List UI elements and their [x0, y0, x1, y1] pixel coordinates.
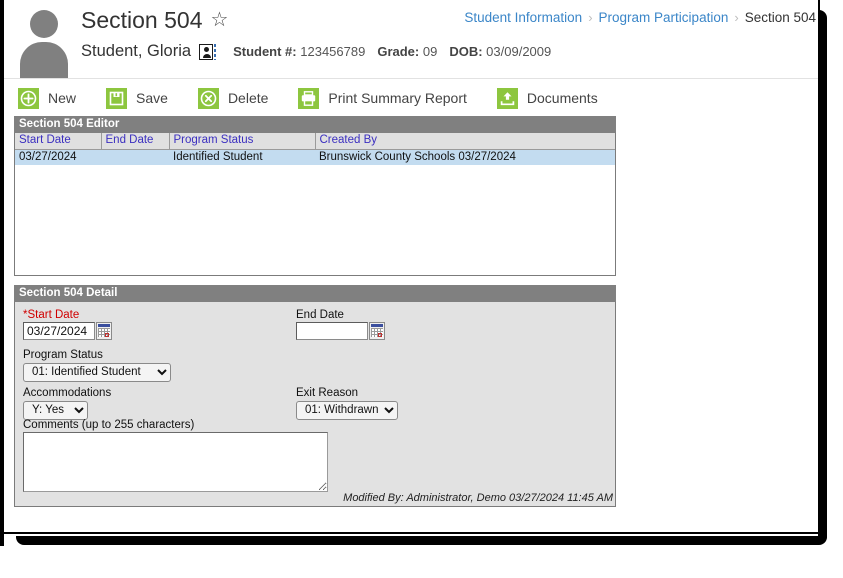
end-date-label: End Date — [296, 309, 344, 321]
delete-button-label: Delete — [227, 90, 269, 106]
start-date-input-wrap — [23, 322, 112, 340]
accommodations-label: Accommodations — [23, 387, 112, 399]
exit-reason-field-group: Exit Reason 01: Withdrawn — [296, 386, 398, 420]
star-icon[interactable]: ☆ — [210, 10, 228, 30]
cell-end-date — [101, 149, 169, 165]
comments-textarea[interactable] — [23, 432, 328, 492]
window-bottom-shadow — [16, 536, 827, 545]
screenshot-root: Section 504 ☆ Student, Gloria Student #:… — [0, 0, 843, 578]
cell-start-date: 03/27/2024 — [15, 149, 101, 165]
grade-group: Grade: 09 — [377, 44, 437, 59]
page-header: Section 504 ☆ Student, Gloria Student #:… — [4, 0, 818, 79]
documents-button[interactable]: Documents — [496, 87, 598, 109]
floppy-disk-icon — [106, 87, 128, 109]
breadcrumb-separator-icon: › — [734, 10, 739, 25]
documents-button-label: Documents — [526, 90, 598, 106]
table-row[interactable]: 03/27/2024 Identified Student Brunswick … — [15, 149, 615, 165]
exit-reason-label: Exit Reason — [296, 387, 359, 399]
page-title: Section 504 — [81, 7, 203, 33]
grade-value: 09 — [422, 44, 438, 59]
column-header-start-date[interactable]: Start Date — [15, 133, 102, 150]
cell-program-status: Identified Student — [169, 149, 315, 165]
print-summary-report-button[interactable]: Print Summary Report — [298, 87, 467, 109]
column-header-created-by[interactable]: Created By — [315, 133, 615, 150]
program-status-field-group: Program Status 01: Identified Student — [23, 348, 171, 382]
end-date-input[interactable] — [296, 322, 368, 340]
breadcrumb-item-current: Section 504 — [744, 10, 816, 25]
avatar-head — [30, 10, 58, 38]
delete-button[interactable]: Delete — [197, 87, 269, 109]
new-button-label: New — [48, 90, 77, 106]
program-status-label: Program Status — [23, 349, 103, 361]
student-metadata: Student #: 123456789 Grade: 09 DOB: 03/09/… — [233, 44, 563, 59]
accommodations-select[interactable]: Y: Yes — [23, 400, 88, 420]
save-button-label: Save — [136, 90, 168, 106]
modified-by-text: Modified By: Administrator, Demo 03/27/2… — [343, 492, 613, 504]
student-name: Student, Gloria — [81, 42, 192, 60]
student-summary-row: Student, Gloria Student #: 123456789 Grad… — [81, 42, 563, 61]
calendar-icon[interactable] — [96, 322, 112, 340]
column-header-program-status[interactable]: Program Status — [169, 133, 316, 150]
start-date-input[interactable] — [23, 322, 95, 340]
end-date-field-group: End Date — [296, 308, 385, 340]
comments-field-group: Comments (up to 255 characters) — [23, 418, 328, 497]
breadcrumb: Student Information › Program Participatio… — [464, 10, 818, 25]
plus-circle-icon — [18, 87, 39, 109]
print-summary-report-button-label: Print Summary Report — [328, 90, 467, 106]
upload-document-icon — [496, 87, 518, 109]
avatar-body — [20, 42, 68, 78]
person-avatar-icon — [16, 6, 72, 78]
title-row: Section 504 ☆ — [81, 6, 228, 34]
table-header-row: Start Date End Date Program Status Creat… — [15, 133, 615, 150]
printer-icon — [298, 87, 320, 109]
accommodations-field-group: Accommodations Y: Yes — [23, 386, 111, 420]
id-card-icon[interactable] — [199, 43, 217, 60]
start-date-field-group: *Start Date — [23, 308, 112, 340]
comments-label: Comments (up to 255 characters) — [23, 419, 195, 431]
calendar-icon[interactable] — [369, 322, 385, 340]
section-504-detail-panel: Section 504 Detail *Start Date End Date — [14, 285, 616, 507]
student-number-label: Student #: — [233, 44, 297, 59]
end-date-input-wrap — [296, 322, 385, 340]
breadcrumb-item-program-participation[interactable]: Program Participation — [599, 10, 729, 25]
exit-reason-select[interactable]: 01: Withdrawn — [296, 400, 398, 420]
cell-created-by: Brunswick County Schools 03/27/2024 — [315, 149, 615, 165]
breadcrumb-separator-icon: › — [588, 10, 593, 25]
editor-table: Start Date End Date Program Status Creat… — [15, 133, 615, 165]
section-504-detail-body: *Start Date End Date — [14, 302, 616, 507]
section-504-editor-title: Section 504 Editor — [14, 116, 616, 133]
dob-value: 03/09/2009 — [486, 44, 552, 59]
grade-label: Grade: — [377, 44, 420, 59]
column-header-end-date[interactable]: End Date — [101, 133, 170, 150]
program-status-select[interactable]: 01: Identified Student — [23, 362, 171, 382]
student-number-value: 123456789 — [300, 44, 366, 59]
student-number-group: Student #: 123456789 — [233, 44, 365, 59]
section-504-editor-grid[interactable]: Start Date End Date Program Status Creat… — [14, 133, 616, 276]
dob-label: DOB: — [449, 44, 483, 59]
section-504-detail-title: Section 504 Detail — [14, 285, 616, 302]
section-504-editor-panel: Section 504 Editor Start Date End Date P… — [14, 116, 616, 276]
breadcrumb-item-student-information[interactable]: Student Information — [464, 10, 582, 25]
start-date-label: *Start Date — [23, 309, 80, 321]
dob-group: DOB: 03/09/2009 — [449, 44, 551, 59]
x-circle-icon — [197, 87, 219, 109]
new-button[interactable]: New — [18, 87, 77, 109]
action-toolbar: New Save Delete Print Summary Report Doc… — [4, 80, 818, 116]
save-button[interactable]: Save — [106, 87, 168, 109]
